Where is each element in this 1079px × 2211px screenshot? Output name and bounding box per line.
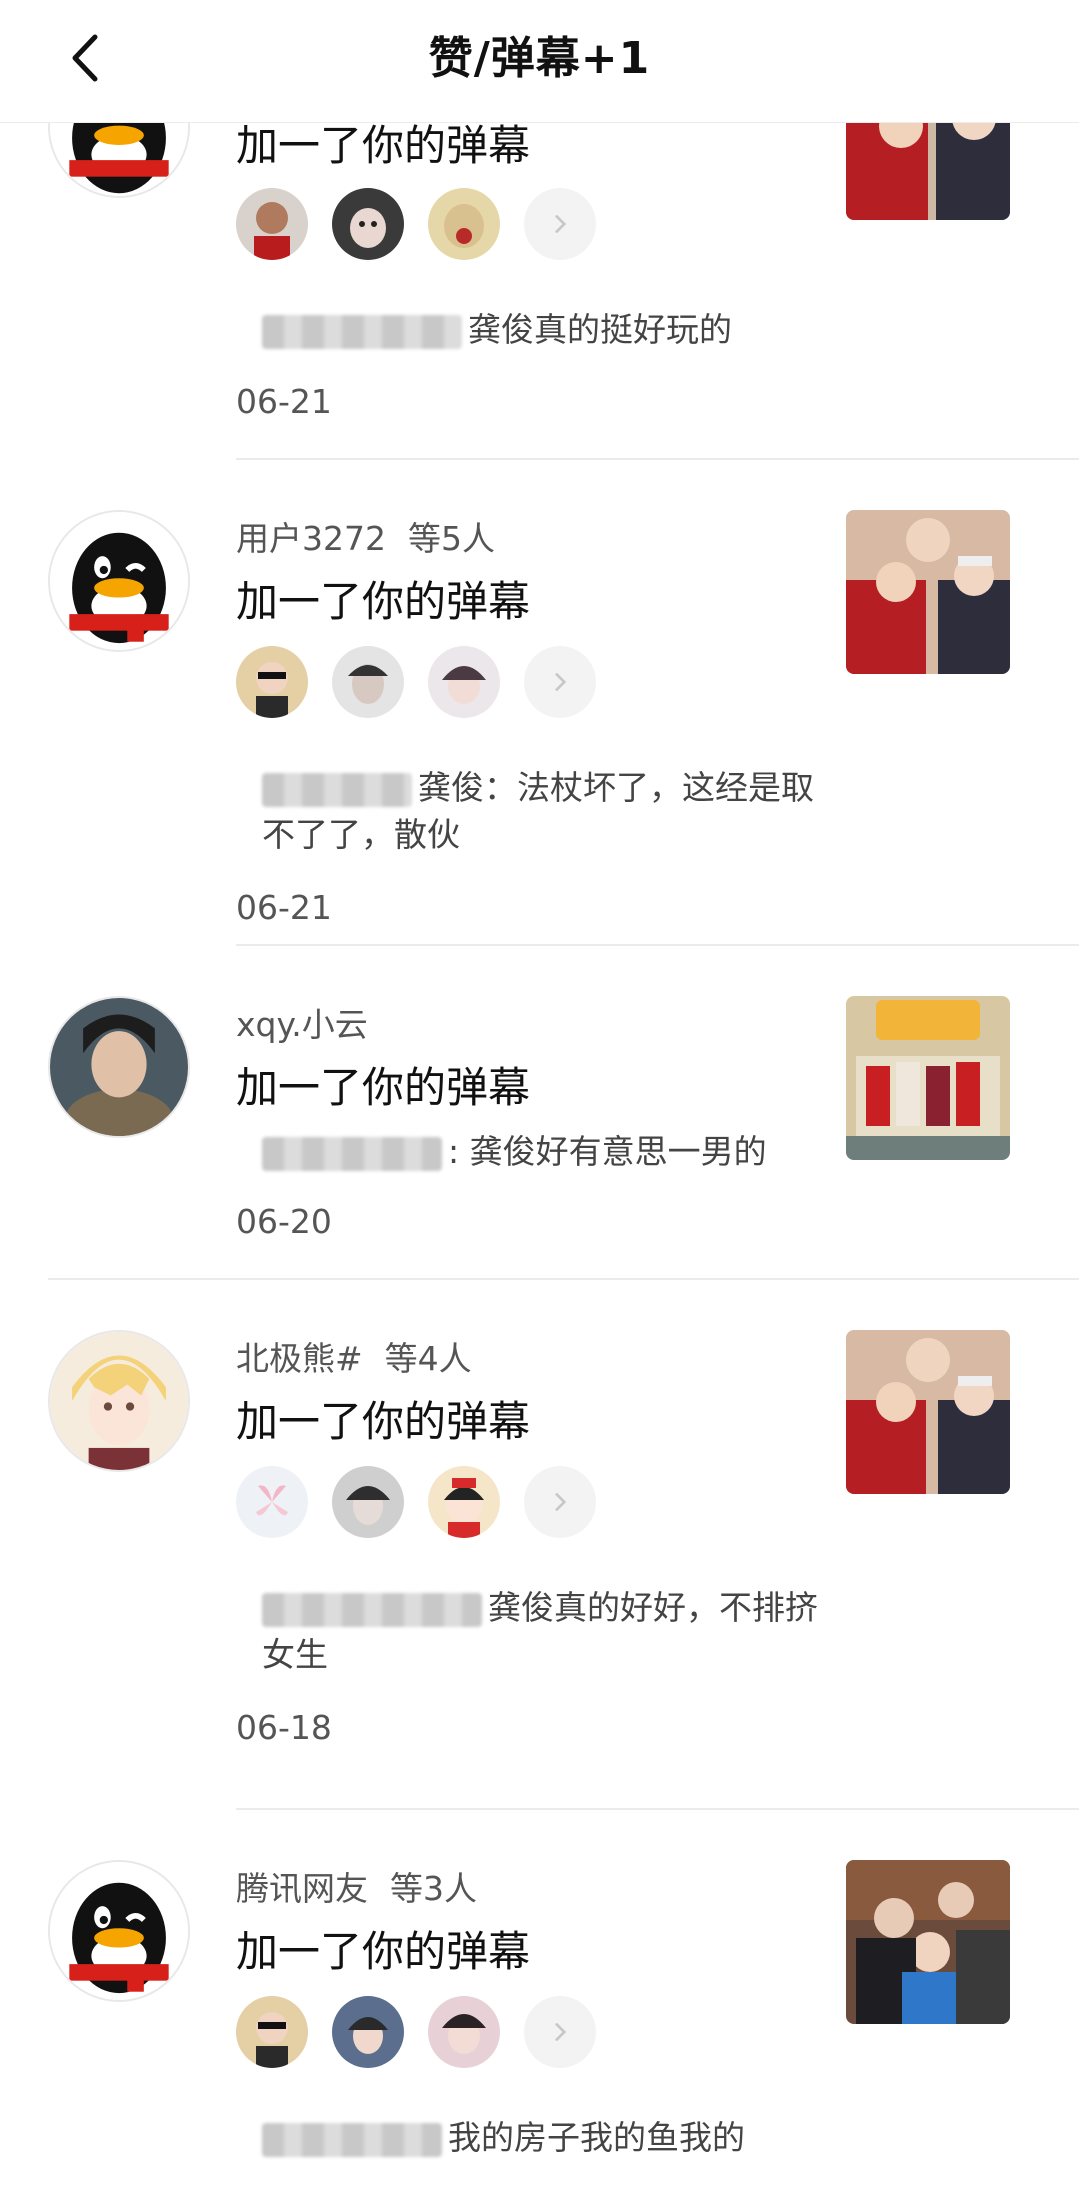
liker-avatar[interactable] bbox=[428, 646, 500, 718]
date: 06-21 bbox=[236, 382, 332, 421]
redacted-username bbox=[262, 2122, 442, 2157]
liker-avatar[interactable] bbox=[236, 1466, 308, 1538]
notification-feed: 加一了你的弹幕 龚俊真的挺好玩的 06-21 用户3272 等5人 加一了你的弹幕 bbox=[0, 0, 1079, 2211]
more-likers-button[interactable] bbox=[524, 1996, 596, 2068]
redacted-username bbox=[262, 314, 462, 349]
liker-avatars bbox=[236, 1996, 596, 2068]
liker-avatars bbox=[236, 188, 596, 260]
chevron-right-icon bbox=[555, 1493, 567, 1511]
more-likers-button[interactable] bbox=[524, 646, 596, 718]
chevron-right-icon bbox=[555, 2023, 567, 2041]
liker-avatar[interactable] bbox=[332, 646, 404, 718]
anime-avatar[interactable] bbox=[48, 1330, 190, 1472]
sender-name-row: 北极熊# 等4人 bbox=[236, 1332, 472, 1380]
danmaku-text: : 龚俊好有意思一男的 bbox=[448, 1132, 767, 1171]
liker-avatar[interactable] bbox=[332, 1996, 404, 2068]
divider bbox=[236, 458, 1079, 460]
sender-count: 等5人 bbox=[407, 519, 495, 558]
redacted-username bbox=[262, 1136, 442, 1171]
show-still-thumbnail[interactable] bbox=[846, 1330, 1010, 1494]
chevron-right-icon bbox=[555, 215, 567, 233]
sender-name[interactable]: 北极熊# bbox=[236, 1339, 363, 1378]
quoted-danmaku: 龚俊真的好好，不排挤女生 bbox=[236, 1584, 846, 1678]
liker-avatar[interactable] bbox=[428, 188, 500, 260]
redacted-username bbox=[262, 772, 412, 807]
date: 06-21 bbox=[236, 888, 332, 927]
more-likers-button[interactable] bbox=[524, 188, 596, 260]
divider bbox=[236, 1808, 1079, 1810]
divider bbox=[236, 944, 1079, 946]
date: 06-20 bbox=[236, 1202, 332, 1241]
quoted-danmaku: 我的房子我的鱼我的 bbox=[236, 2114, 846, 2161]
divider bbox=[48, 1278, 1079, 1280]
show-poster-thumbnail[interactable] bbox=[846, 996, 1010, 1160]
liker-avatar[interactable] bbox=[332, 1466, 404, 1538]
sender-name-row: 用户3272 等5人 bbox=[236, 512, 495, 560]
liker-avatar[interactable] bbox=[236, 188, 308, 260]
action-text: 加一了你的弹幕 bbox=[236, 1063, 531, 1112]
liker-avatar[interactable] bbox=[236, 646, 308, 718]
show-still-thumbnail[interactable] bbox=[846, 510, 1010, 674]
qq-penguin-avatar[interactable] bbox=[48, 510, 190, 652]
sender-name-row: xqy.小云 bbox=[236, 998, 368, 1046]
liker-avatar[interactable] bbox=[332, 188, 404, 260]
page-title: 赞/弹幕+1 bbox=[428, 33, 651, 84]
user-photo-avatar[interactable] bbox=[48, 996, 190, 1138]
date: 06-18 bbox=[236, 1708, 332, 1747]
quoted-danmaku: 龚俊真的挺好玩的 bbox=[236, 306, 846, 353]
danmaku-text: 我的房子我的鱼我的 bbox=[448, 2118, 745, 2157]
show-group-thumbnail[interactable] bbox=[846, 1860, 1010, 2024]
liker-avatar[interactable] bbox=[428, 1466, 500, 1538]
navigation-bar: 赞/弹幕+1 bbox=[0, 0, 1079, 123]
sender-count: 等4人 bbox=[384, 1339, 472, 1378]
action-text: 加一了你的弹幕 bbox=[236, 1397, 531, 1446]
sender-name-row: 腾讯网友 等3人 bbox=[236, 1862, 477, 1910]
liker-avatar[interactable] bbox=[236, 1996, 308, 2068]
sender-name[interactable]: xqy.小云 bbox=[236, 1005, 368, 1044]
action-text: 加一了你的弹幕 bbox=[236, 1927, 531, 1976]
chevron-right-icon bbox=[555, 673, 567, 691]
liker-avatars bbox=[236, 646, 596, 718]
quoted-danmaku: : 龚俊好有意思一男的 bbox=[236, 1128, 846, 1175]
qq-penguin-avatar[interactable] bbox=[48, 1860, 190, 2002]
more-likers-button[interactable] bbox=[524, 1466, 596, 1538]
liker-avatars bbox=[236, 1466, 596, 1538]
sender-name[interactable]: 腾讯网友 bbox=[236, 1869, 368, 1908]
sender-count: 等3人 bbox=[390, 1869, 477, 1908]
action-text: 加一了你的弹幕 bbox=[236, 577, 531, 626]
sender-name[interactable]: 用户3272 bbox=[236, 519, 386, 558]
liker-avatar[interactable] bbox=[428, 1996, 500, 2068]
danmaku-text: 龚俊真的挺好玩的 bbox=[468, 310, 732, 349]
quoted-danmaku: 龚俊：法杖坏了，这经是取不了了，散伙 bbox=[236, 764, 846, 858]
redacted-username bbox=[262, 1592, 482, 1627]
